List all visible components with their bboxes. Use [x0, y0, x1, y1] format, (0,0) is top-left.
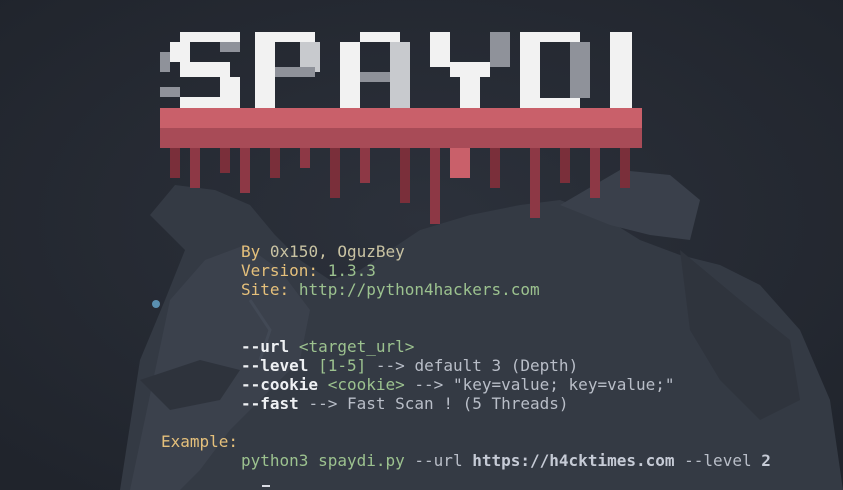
fast-arrow: -->: [308, 394, 338, 413]
example-label: Example:: [161, 432, 238, 451]
cookie-arrow: -->: [414, 375, 444, 394]
example-level-flag: --level: [684, 451, 752, 470]
option-url: --url <target_url>: [241, 337, 414, 356]
terminal-output: By 0x150, OguzBey Version: 1.3.3 Site: h…: [0, 0, 843, 490]
version-value: 1.3.3: [327, 261, 376, 280]
option-cookie: --cookie <cookie> --> "key=value; key=va…: [241, 375, 675, 394]
fast-desc: Fast Scan ! (5 Threads): [346, 394, 569, 413]
example-command: python3 spaydi.py --url https://h4cktime…: [241, 451, 771, 470]
level-arg: [1-5]: [318, 356, 367, 375]
level-desc: default 3 (Depth): [414, 356, 579, 375]
site-label: Site:: [241, 280, 290, 299]
version-label: Version:: [241, 261, 319, 280]
url-arg: <target_url>: [298, 337, 415, 356]
example-label-text: Example:: [161, 432, 239, 451]
cookie-flag: --cookie: [241, 375, 319, 394]
fast-flag: --fast: [241, 394, 299, 413]
site-url: http://python4hackers.com: [298, 280, 540, 299]
version-line: Version: 1.3.3: [241, 261, 376, 280]
site-line: Site: http://python4hackers.com: [241, 280, 540, 299]
option-level: --level [1-5] --> default 3 (Depth): [241, 356, 578, 375]
level-arrow: -->: [375, 356, 405, 375]
cookie-desc: "key=value; key=value;": [452, 375, 675, 394]
option-fast: --fast --> Fast Scan ! (5 Threads): [241, 394, 569, 413]
url-flag: --url: [241, 337, 290, 356]
by-label: By: [241, 242, 261, 261]
cookie-arg: <cookie>: [327, 375, 405, 394]
level-flag: --level: [241, 356, 309, 375]
example-cmd: python3 spaydi.py: [241, 451, 405, 470]
credits-line: By 0x150, OguzBey: [241, 242, 405, 261]
terminal-cursor: [262, 485, 270, 487]
example-url: https://h4cktimes.com: [472, 451, 675, 470]
example-url-flag: --url: [414, 451, 463, 470]
example-level-value: 2: [761, 451, 771, 470]
authors-text: 0x150, OguzBey: [269, 242, 405, 261]
